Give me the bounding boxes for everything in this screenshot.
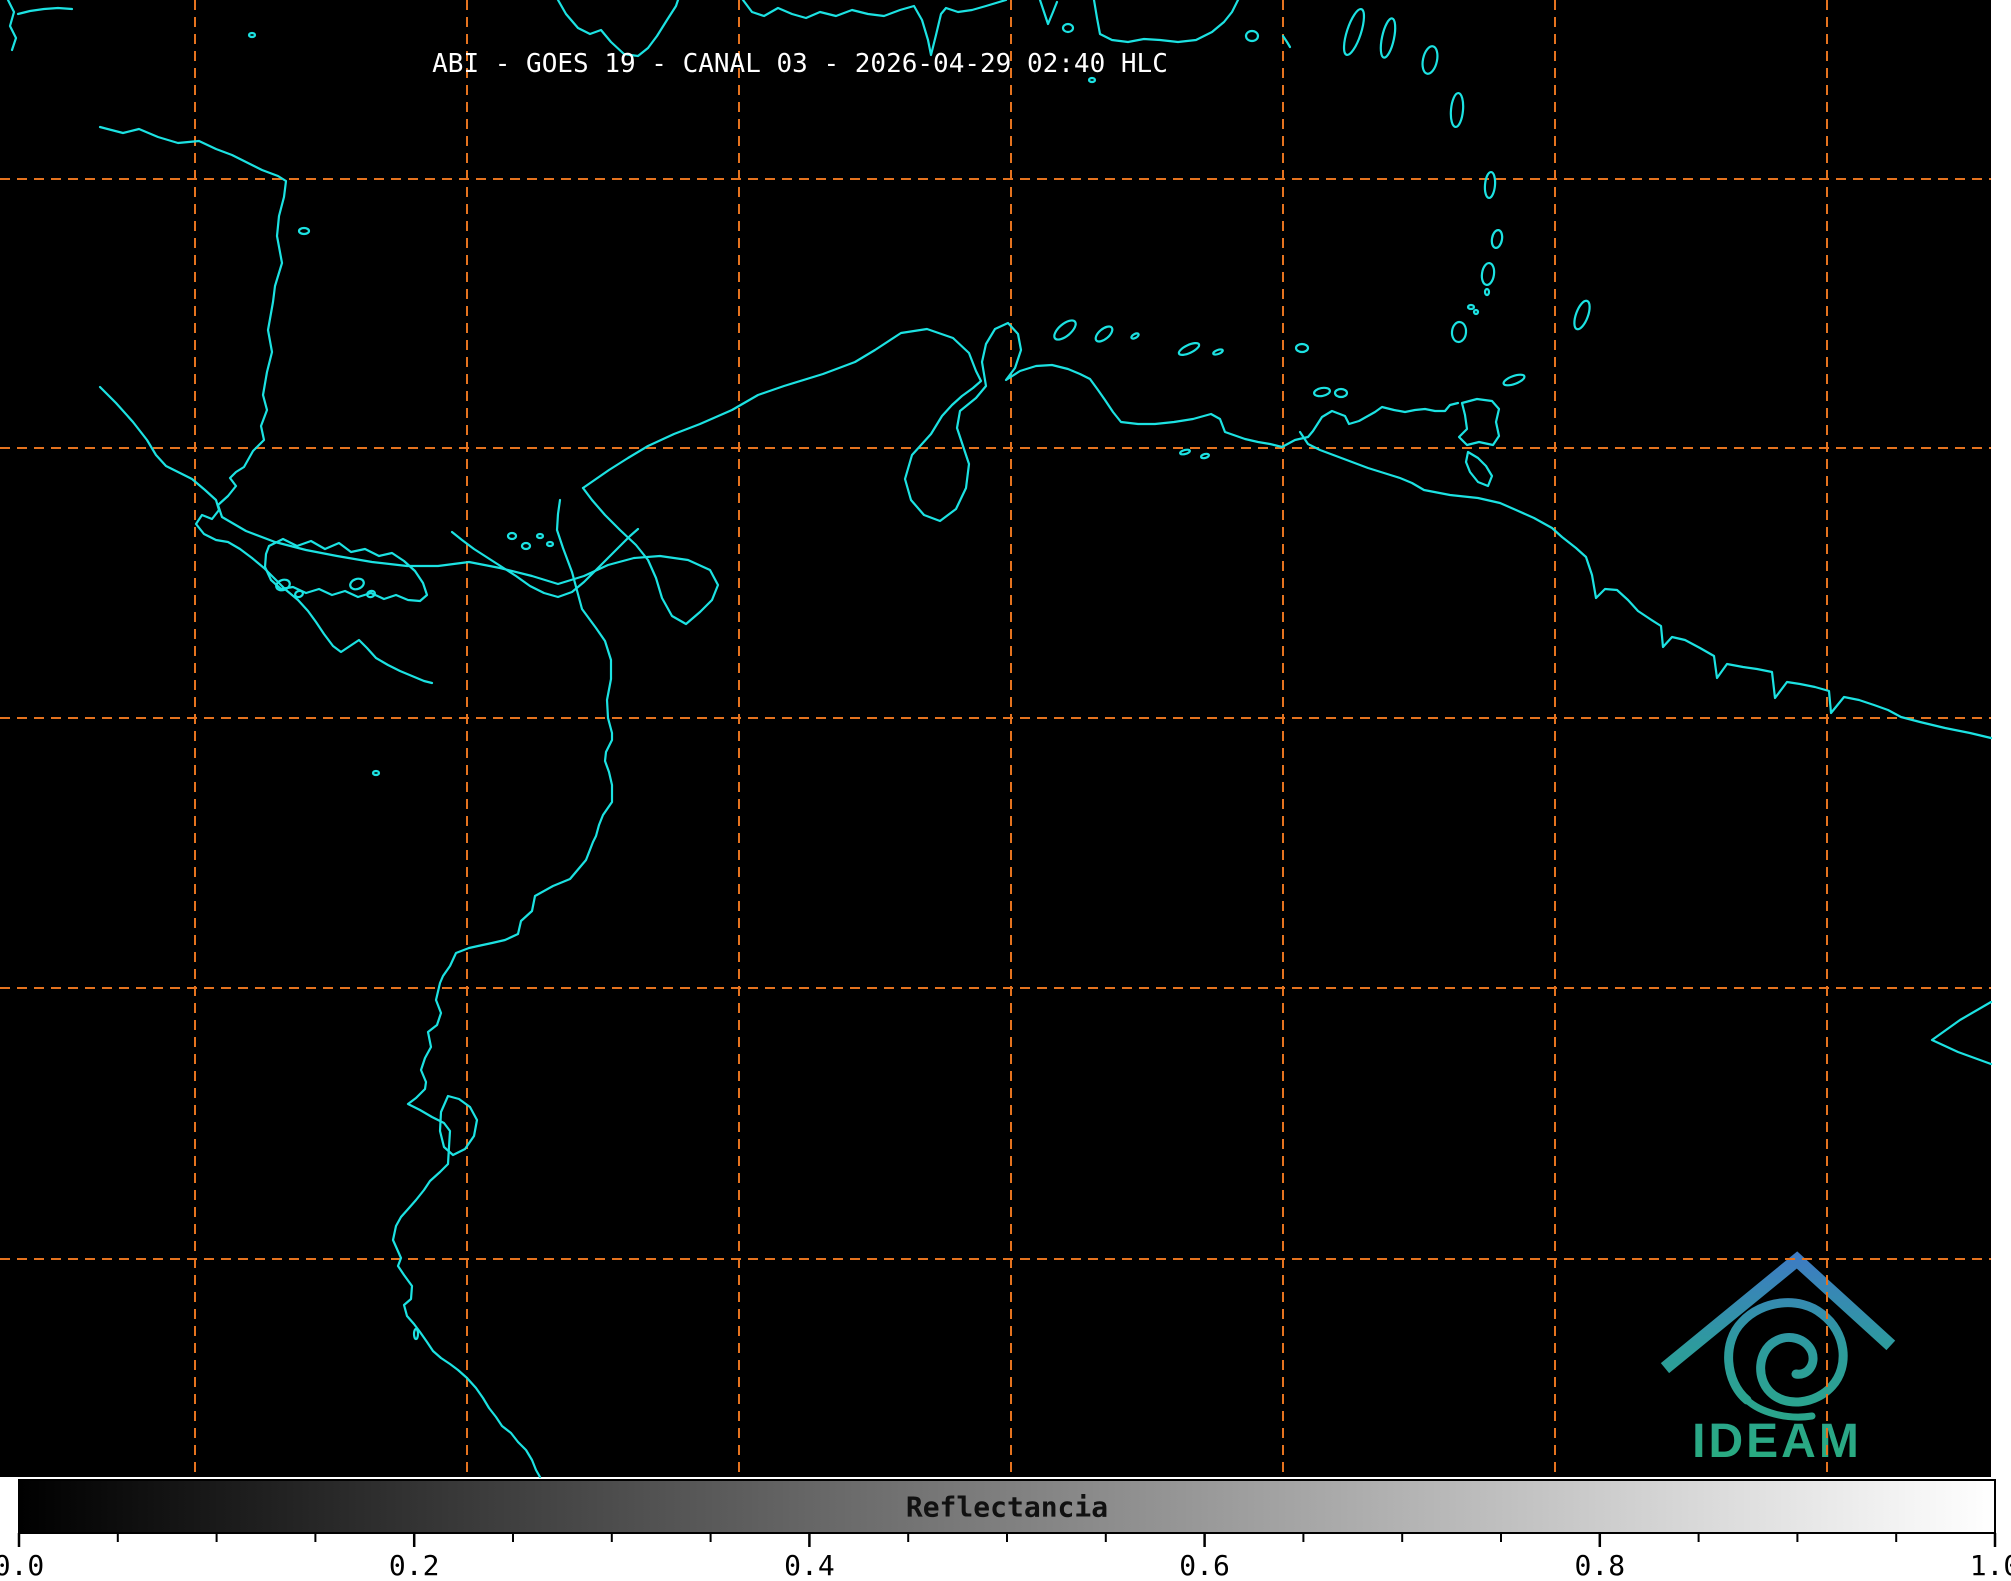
colorbar-tick-label: 1.0 — [1970, 1549, 2011, 1577]
colorbar-tick-label: 0.2 — [389, 1549, 440, 1577]
product-title: ABI - GOES 19 - CANAL 03 - 2026-04-29 02… — [432, 49, 1168, 79]
ideam-logo-text: IDEAM — [1692, 1415, 1862, 1468]
colorbar-tick-label: 0.4 — [784, 1549, 835, 1577]
colorbar-tick-label: 0.6 — [1179, 1549, 1230, 1577]
map-background — [0, 0, 1991, 1477]
colorbar-label: Reflectancia — [906, 1491, 1108, 1524]
goes-scene-svg: IDEAM ABI - GOES 19 - CANAL 03 - 2026-04… — [0, 0, 2011, 1581]
colorbar-tick-label: 0.0 — [0, 1549, 44, 1577]
satellite-product-image: IDEAM ABI - GOES 19 - CANAL 03 - 2026-04… — [0, 0, 2011, 1581]
colorbar-tick-label: 0.8 — [1575, 1549, 1626, 1577]
